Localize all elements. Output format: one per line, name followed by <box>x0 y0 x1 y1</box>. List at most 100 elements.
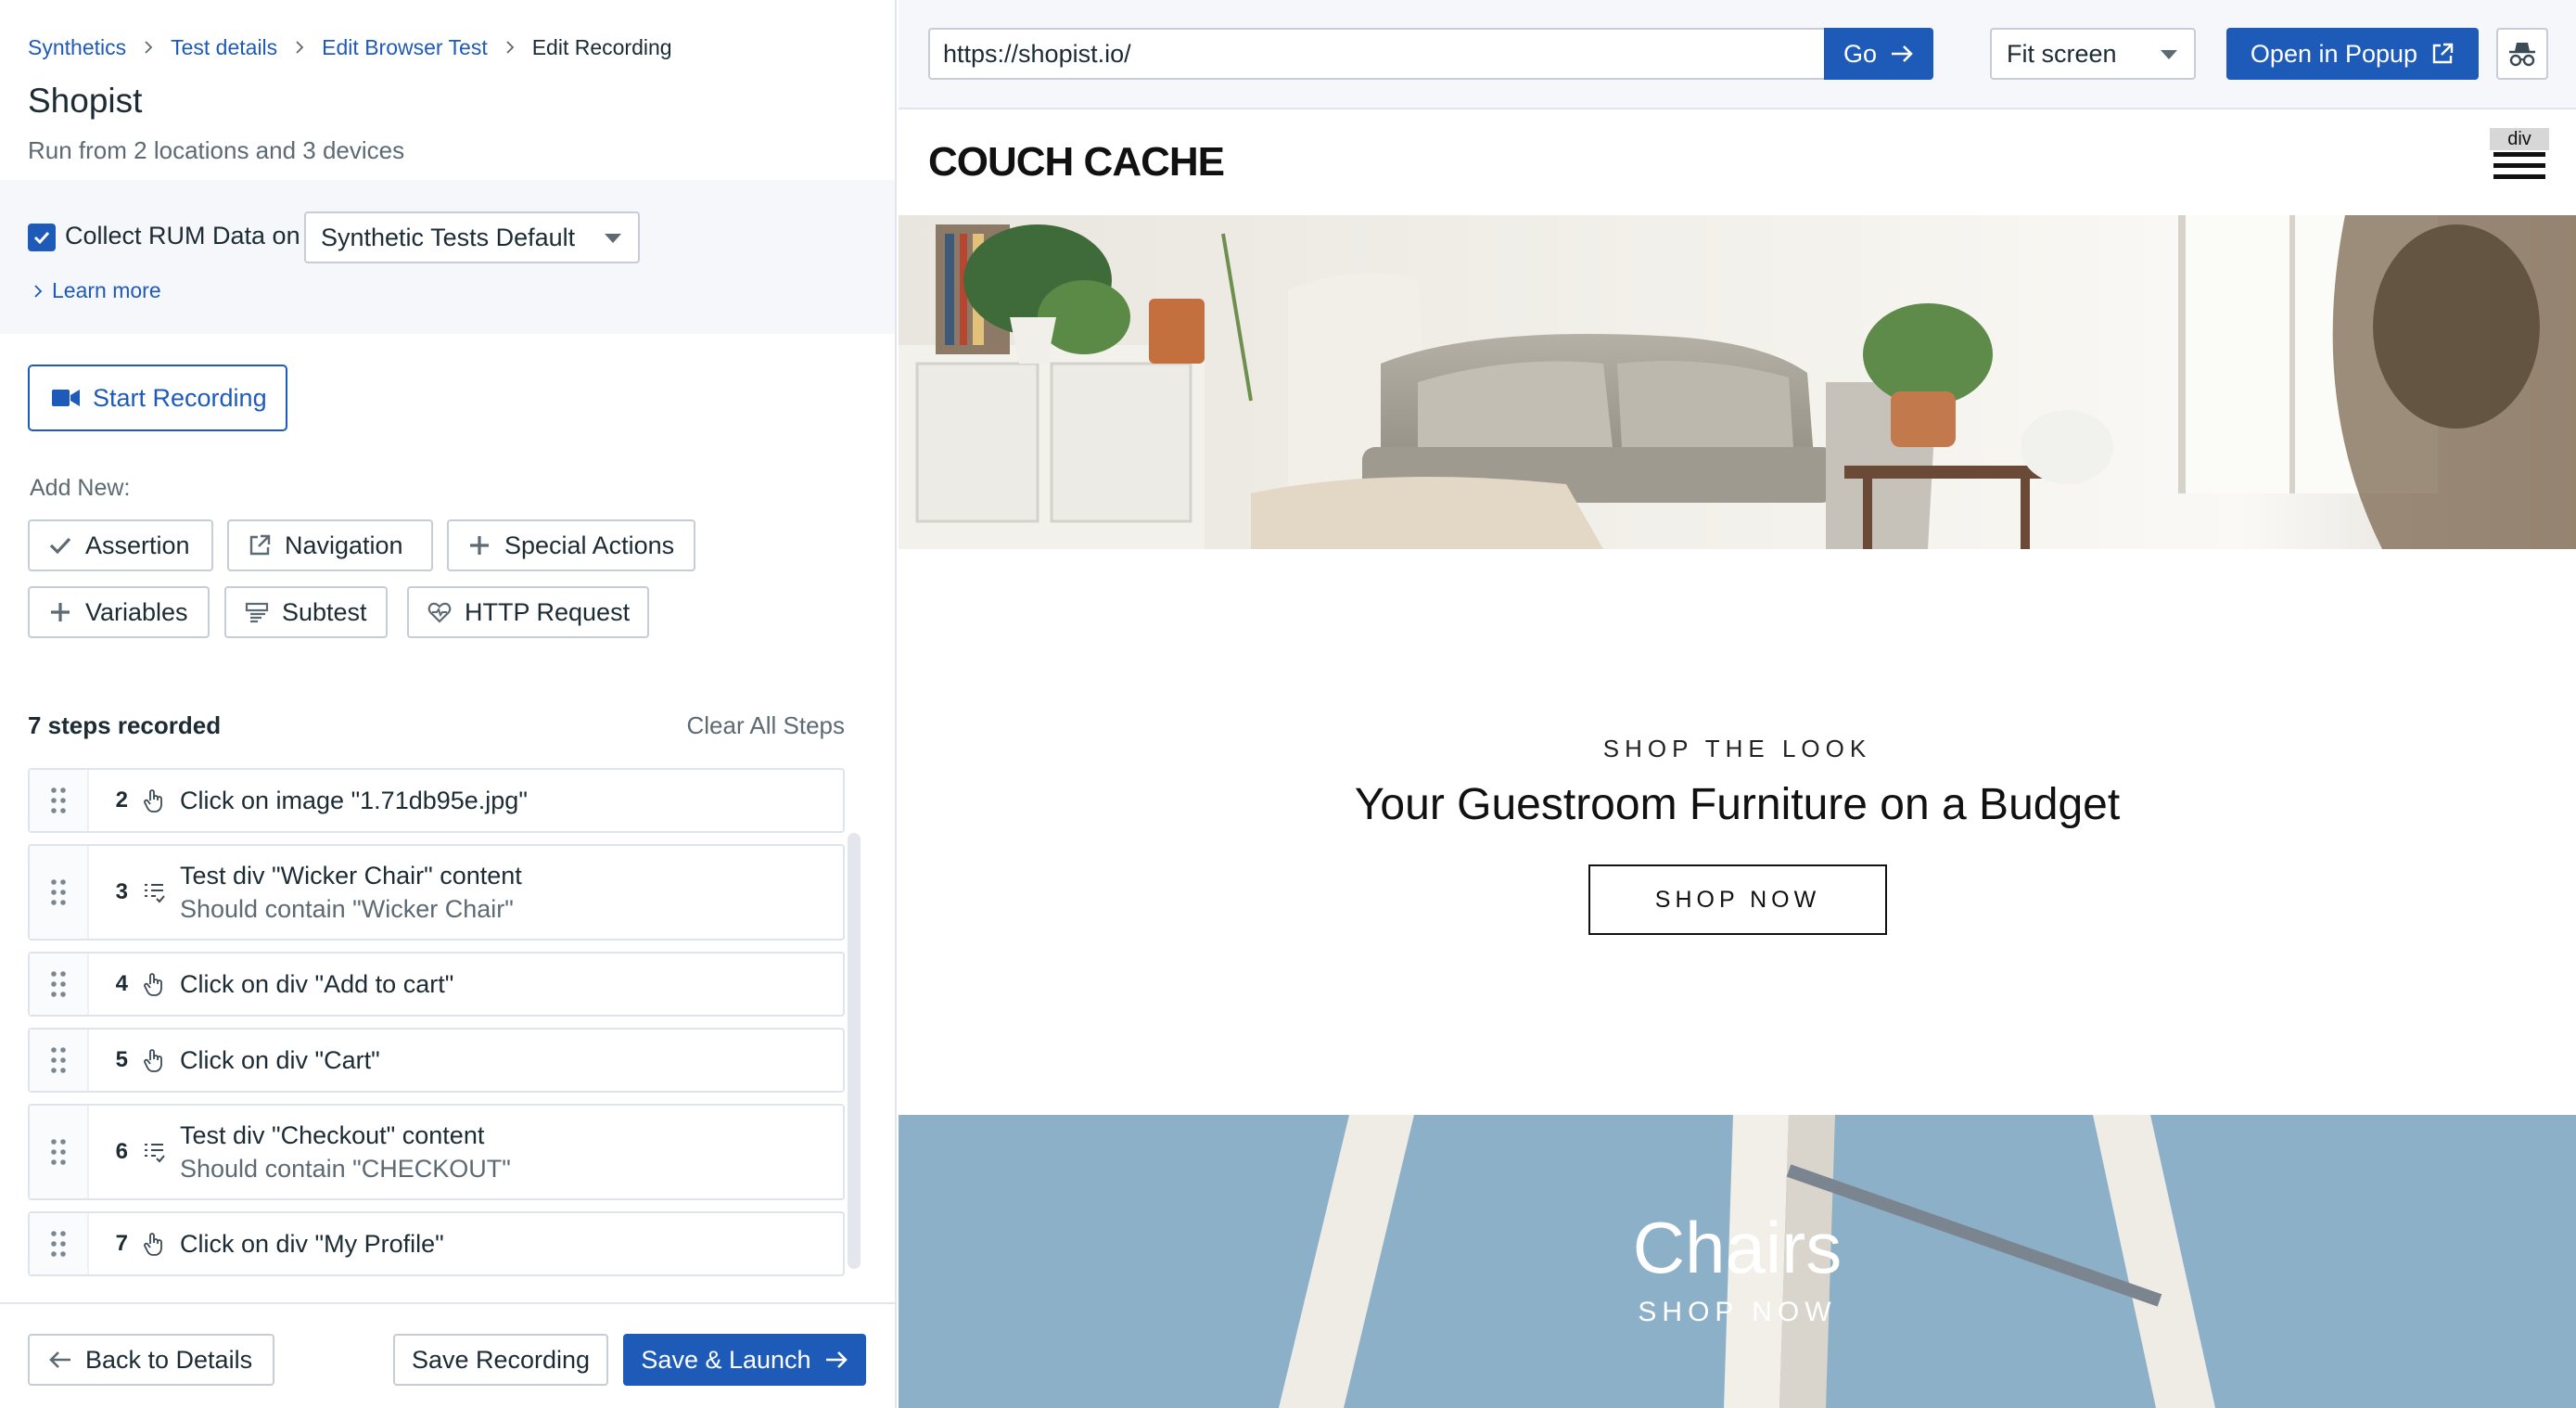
shop-now-button[interactable]: SHOP NOW <box>1588 864 1887 935</box>
rum-application-select[interactable]: Synthetic Tests Default <box>304 211 640 263</box>
promo-section: SHOP THE LOOK Your Guestroom Furniture o… <box>899 549 2576 1115</box>
save-and-launch-button[interactable]: Save & Launch <box>623 1334 866 1386</box>
step-number: 6 <box>115 1139 128 1164</box>
assertion-list-icon <box>128 1139 180 1165</box>
hero-image[interactable] <box>899 215 2576 549</box>
step-content: Click on div "Add to cart" <box>180 967 453 1001</box>
app: Synthetics Test details Edit Browser Tes… <box>0 0 2576 1408</box>
plus-icon <box>51 603 70 621</box>
add-assertion-label: Assertion <box>85 531 190 559</box>
caret-down-icon <box>2161 50 2177 59</box>
step-item[interactable]: 4 Click on div "Add to cart" <box>28 952 845 1017</box>
category-shop-now-link[interactable]: SHOP NOW <box>899 1297 2576 1328</box>
add-subtest-button[interactable]: Subtest <box>224 586 388 638</box>
add-variables-button[interactable]: Variables <box>28 586 210 638</box>
url-input[interactable] <box>928 28 1824 80</box>
add-subtest-label: Subtest <box>282 597 367 626</box>
recorder-panel: Synthetics Test details Edit Browser Tes… <box>0 0 897 1408</box>
save-and-launch-label: Save & Launch <box>641 1345 811 1374</box>
incognito-button[interactable] <box>2496 28 2548 80</box>
add-special-actions-button[interactable]: Special Actions <box>447 519 695 571</box>
start-recording-label: Start Recording <box>93 383 267 412</box>
chevron-right-icon <box>277 33 322 61</box>
check-icon <box>49 537 71 555</box>
step-number: 2 <box>115 787 128 813</box>
go-label: Go <box>1843 39 1878 68</box>
back-to-details-label: Back to Details <box>85 1345 253 1374</box>
drag-handle-icon[interactable] <box>30 1213 89 1274</box>
fit-select-value: Fit screen <box>2007 39 2117 68</box>
rum-checkbox[interactable] <box>28 224 56 251</box>
open-in-popup-button[interactable]: Open in Popup <box>2226 28 2479 80</box>
arrow-right-icon <box>1892 45 1913 62</box>
step-item[interactable]: 3 Test div "Wicker Chair" content Should… <box>28 844 845 941</box>
assertion-list-icon <box>128 879 180 905</box>
breadcrumb-synthetics[interactable]: Synthetics <box>28 35 126 60</box>
browser-toolbar: Go Fit screen Open in Popup <box>899 0 2576 109</box>
step-content: Click on image "1.71db95e.jpg" <box>180 784 528 817</box>
add-assertion-button[interactable]: Assertion <box>28 519 213 571</box>
rum-label: Collect RUM Data on <box>65 222 300 250</box>
promo-kicker: SHOP THE LOOK <box>1602 735 1872 762</box>
clear-all-steps-button[interactable]: Clear All Steps <box>686 711 845 740</box>
breadcrumb: Synthetics Test details Edit Browser Tes… <box>28 33 672 61</box>
step-title: Test div "Wicker Chair" content <box>180 862 522 890</box>
drag-handle-icon[interactable] <box>30 954 89 1015</box>
step-item[interactable]: 5 Click on div "Cart" <box>28 1028 845 1093</box>
breadcrumb-edit-recording: Edit Recording <box>531 34 672 59</box>
drag-handle-icon[interactable] <box>30 846 89 939</box>
heart-pulse-icon <box>427 602 452 623</box>
add-http-request-button[interactable]: HTTP Request <box>407 586 649 638</box>
step-number: 3 <box>115 879 128 904</box>
learn-more-link[interactable]: Learn more <box>32 278 161 303</box>
drag-handle-icon[interactable] <box>30 1106 89 1198</box>
step-item[interactable]: 2 Click on image "1.71db95e.jpg" <box>28 768 845 833</box>
chevron-right-icon <box>488 33 532 61</box>
subtest-icon <box>245 602 269 623</box>
step-title: Click on div "Add to cart" <box>180 970 454 998</box>
click-hand-icon <box>128 971 180 997</box>
learn-more-label: Learn more <box>52 278 161 302</box>
add-special-actions-label: Special Actions <box>504 531 675 559</box>
step-subtitle: Should contain "CHECKOUT" <box>180 1155 511 1183</box>
step-title: Click on div "Cart" <box>180 1046 380 1074</box>
save-recording-button[interactable]: Save Recording <box>393 1334 608 1386</box>
open-in-popup-label: Open in Popup <box>2250 39 2418 68</box>
step-number: 4 <box>115 971 128 996</box>
go-button[interactable]: Go <box>1824 28 1933 80</box>
external-link-icon <box>249 534 271 556</box>
category-title: Chairs <box>1632 1207 1843 1288</box>
breadcrumb-edit-browser-test[interactable]: Edit Browser Test <box>322 35 488 60</box>
drag-handle-icon[interactable] <box>30 1030 89 1091</box>
drag-handle-icon[interactable] <box>30 770 89 831</box>
add-http-request-label: HTTP Request <box>465 597 631 626</box>
promo-title: Your Guestroom Furniture on a Budget <box>1354 780 2121 829</box>
start-recording-button[interactable]: Start Recording <box>28 365 287 431</box>
external-link-icon <box>2432 43 2454 64</box>
viewport-fit-select[interactable]: Fit screen <box>1990 28 2196 80</box>
steps-count: 7 steps recorded <box>28 711 222 739</box>
step-item[interactable]: 7 Click on div "My Profile" <box>28 1211 845 1276</box>
add-variables-label: Variables <box>85 597 188 626</box>
breadcrumb-test-details[interactable]: Test details <box>171 35 277 60</box>
step-subtitle: Should contain "Wicker Chair" <box>180 895 514 923</box>
site-logo[interactable]: COUCH CACHE <box>928 139 1225 186</box>
step-content: Test div "Wicker Chair" content Should c… <box>180 859 522 926</box>
living-room-photo <box>899 215 2576 549</box>
browser-preview: Go Fit screen Open in Popup COUCH CACHE … <box>899 0 2576 1408</box>
arrow-right-icon <box>825 1351 848 1368</box>
step-title: Test div "Checkout" content <box>180 1121 485 1149</box>
back-to-details-button[interactable]: Back to Details <box>28 1334 274 1386</box>
add-navigation-button[interactable]: Navigation <box>227 519 433 571</box>
chevron-right-icon <box>34 284 43 298</box>
chairs-category-banner[interactable]: Chairs SHOP NOW <box>899 1115 2576 1408</box>
add-new-label: Add New: <box>30 475 131 501</box>
steps-scrollbar[interactable] <box>848 833 861 1269</box>
incognito-icon <box>2509 43 2535 67</box>
click-hand-icon <box>128 1047 180 1073</box>
step-item[interactable]: 6 Test div "Checkout" content Should con… <box>28 1104 845 1200</box>
page-subtitle: Run from 2 locations and 3 devices <box>28 136 405 164</box>
chevron-right-icon <box>126 33 171 61</box>
page-title: Shopist <box>28 82 143 120</box>
caret-down-icon <box>605 234 621 243</box>
